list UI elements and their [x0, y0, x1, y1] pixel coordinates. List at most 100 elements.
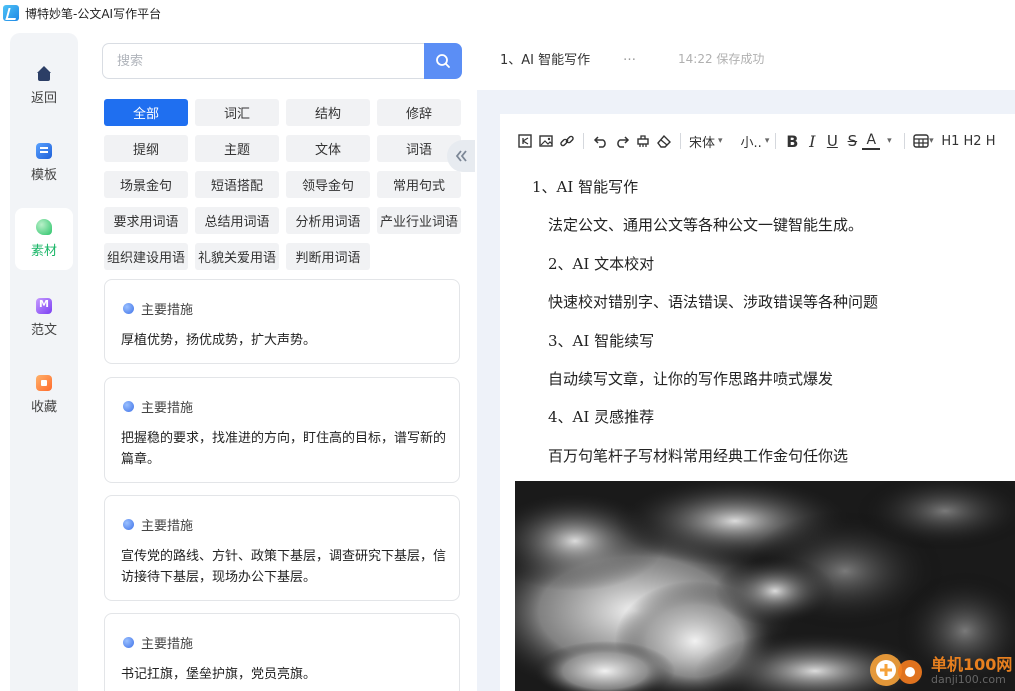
font-family-select[interactable]: 宋体 ▾	[689, 132, 723, 151]
doc-line: 快速校对错别字、语法错误、涉政错误等各种问题	[548, 293, 879, 311]
search-bar	[102, 43, 462, 79]
card-body: 把握稳的要求，找准进的方向，盯住高的目标，谱写新的篇章。	[121, 431, 447, 467]
tag-theme[interactable]: 主题	[195, 135, 279, 162]
nav-sample-article[interactable]: 范文	[15, 287, 73, 349]
toolbar-divider	[680, 133, 681, 149]
font-family-value: 宋体	[689, 135, 716, 151]
card-title: 主要措施	[141, 401, 194, 416]
table-icon[interactable]: ▾	[911, 134, 935, 148]
doc-line: 3、AI 智能续写	[548, 332, 655, 350]
tag-phrase-collocation[interactable]: 短语搭配	[195, 171, 279, 198]
bold-icon[interactable]: B	[782, 132, 802, 151]
nav-favorites[interactable]: 收藏	[15, 364, 73, 426]
nav-template-label: 模板	[30, 168, 57, 183]
undo-icon[interactable]	[590, 133, 611, 149]
chevron-down-icon: ▾	[764, 136, 770, 146]
bullet-dot-icon	[123, 303, 134, 314]
material-icon	[36, 219, 52, 235]
double-chevron-left-icon	[455, 150, 467, 162]
search-input[interactable]	[102, 43, 424, 79]
insert-doc-icon[interactable]	[515, 133, 535, 149]
editor-toolbar: 宋体 ▾ 小.. ▾ B I U S A ▾ ▾ H1 H2 H	[515, 129, 995, 153]
app-title: 博特妙笔-公文AI写作平台	[25, 6, 162, 21]
tag-structure[interactable]: 结构	[286, 99, 370, 126]
nav-template[interactable]: 模板	[15, 132, 73, 194]
eraser-icon[interactable]	[653, 133, 674, 149]
tag-genre[interactable]: 文体	[286, 135, 370, 162]
card-header: 主要措施	[123, 397, 193, 416]
tag-common-sentences[interactable]: 常用句式	[377, 171, 461, 198]
toolbar-divider	[904, 133, 906, 149]
toolbar-divider	[775, 133, 777, 149]
nav-sample-article-label: 范文	[30, 323, 57, 338]
nav-back-label: 返回	[30, 91, 57, 106]
search-icon	[436, 54, 450, 68]
more-button[interactable]: …	[623, 49, 636, 64]
title-bar: 博特妙笔-公文AI写作平台	[0, 0, 1015, 26]
card-title: 主要措施	[141, 637, 194, 652]
strikethrough-icon[interactable]: S	[842, 132, 862, 150]
card-title: 主要措施	[141, 303, 194, 318]
site-watermark: 单机100网 danji100.com	[866, 648, 1015, 691]
chevron-down-icon: ▾	[718, 136, 723, 146]
nav-material-label: 素材	[30, 244, 57, 259]
doc-line: 自动续写文章，让你的写作思路井喷式爆发	[548, 370, 834, 388]
link-icon[interactable]	[556, 133, 577, 149]
tag-organization-terms[interactable]: 组织建设用语	[104, 243, 188, 270]
material-card[interactable]: 主要措施 书记扛旗，堡垒护旗，党员亮旗。	[104, 613, 460, 691]
watermark-url: danji100.com	[931, 673, 1006, 686]
favorites-icon	[36, 375, 52, 391]
bullet-dot-icon	[123, 637, 134, 648]
card-header: 主要措施	[123, 515, 193, 534]
doc-line: 百万句笔杆子写材料常用经典工作金句任你选	[548, 447, 849, 465]
doc-line: 4、AI 灵感推荐	[548, 408, 655, 426]
tag-leader-quotes[interactable]: 领导金句	[286, 171, 370, 198]
tag-summary-words[interactable]: 总结用词语	[195, 207, 279, 234]
doc-line: 法定公文、通用公文等各种公文一键智能生成。	[548, 216, 864, 234]
search-button[interactable]	[424, 43, 462, 79]
material-card[interactable]: 主要措施 宣传党的路线、方针、政策下基层，调查研究下基层，信访接待下基层，现场办…	[104, 495, 460, 601]
tag-judgment-words[interactable]: 判断用词语	[286, 243, 370, 270]
format-painter-icon[interactable]	[632, 133, 653, 149]
sample-article-icon	[36, 298, 52, 314]
card-title: 主要措施	[141, 519, 194, 534]
bullet-dot-icon	[123, 401, 134, 412]
material-card[interactable]: 主要措施 把握稳的要求，找准进的方向，盯住高的目标，谱写新的篇章。	[104, 377, 460, 483]
tag-vocabulary[interactable]: 词汇	[195, 99, 279, 126]
tag-all[interactable]: 全部	[104, 99, 188, 126]
home-icon	[36, 66, 52, 82]
nav-favorites-label: 收藏	[30, 400, 57, 415]
tag-scene-quotes[interactable]: 场景金句	[104, 171, 188, 198]
italic-icon[interactable]: I	[802, 132, 822, 151]
bullet-dot-icon	[123, 519, 134, 530]
side-nav: 返回 模板 素材 范文 收藏	[10, 33, 78, 691]
heading-buttons[interactable]: H1 H2 H	[941, 134, 995, 149]
font-color-icon[interactable]: A	[862, 132, 881, 150]
nav-material[interactable]: 素材	[15, 208, 73, 270]
tag-outline[interactable]: 提纲	[104, 135, 188, 162]
card-body: 厚植优势，扬优成势，扩大声势。	[121, 333, 317, 348]
nav-back[interactable]: 返回	[15, 55, 73, 117]
font-size-value: 小..	[740, 135, 762, 151]
doc-line: 1、AI 智能写作	[532, 178, 639, 196]
tag-analysis-words[interactable]: 分析用词语	[286, 207, 370, 234]
doc-line: 2、AI 文本校对	[548, 255, 655, 273]
watermark-text: 单机100网	[931, 655, 1013, 674]
toolbar-divider	[583, 133, 584, 149]
app-logo-icon	[3, 5, 19, 21]
font-size-select[interactable]: 小.. ▾	[741, 132, 770, 151]
tag-courtesy-terms[interactable]: 礼貌关爱用语	[195, 243, 279, 270]
document-title[interactable]: 1、AI 智能写作	[500, 49, 590, 68]
collapse-panel-button[interactable]	[447, 140, 475, 172]
tag-industry-words[interactable]: 产业行业词语	[377, 207, 461, 234]
tag-requirement-words[interactable]: 要求用词语	[104, 207, 188, 234]
template-icon	[36, 143, 52, 159]
tag-rhetoric[interactable]: 修辞	[377, 99, 461, 126]
card-body: 宣传党的路线、方针、政策下基层，调查研究下基层，信访接待下基层，现场办公下基层。	[121, 549, 447, 585]
material-card[interactable]: 主要措施 厚植优势，扬优成势，扩大声势。	[104, 279, 460, 364]
card-header: 主要措施	[123, 299, 193, 318]
chevron-down-icon[interactable]: ▾	[880, 136, 898, 146]
insert-image-icon[interactable]	[535, 133, 556, 149]
underline-icon[interactable]: U	[822, 132, 842, 150]
redo-icon[interactable]	[611, 133, 632, 149]
